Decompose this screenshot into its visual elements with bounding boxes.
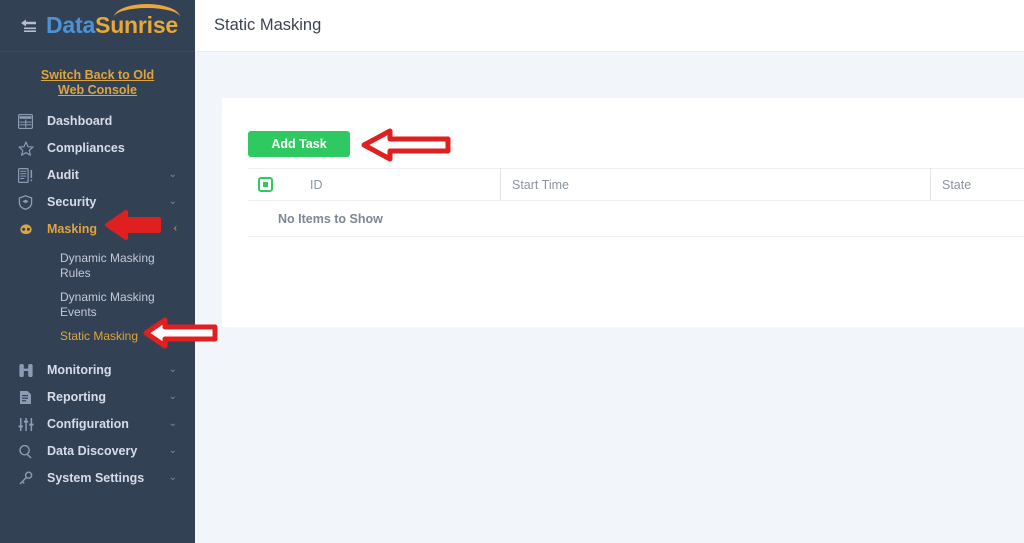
sliders-icon [18,415,40,433]
checkbox-icon[interactable] [258,177,273,192]
empty-state-row: No Items to Show [248,201,1024,237]
chevron-left-icon[interactable]: ‹ [174,224,177,234]
column-header-id[interactable]: ID [310,168,500,201]
chevron-down-icon[interactable]: ⌄ [169,392,177,402]
shield-icon [18,193,40,211]
top-bar: Static Masking [195,0,1024,52]
monitoring-icon [18,361,40,379]
sidebar-item-label: Dashboard [47,114,113,128]
content-card: Add Task ID Start Time State No Items to… [222,98,1024,327]
table-header-row: ID Start Time State [248,168,1024,201]
settings-icon [18,469,40,487]
sidebar-subitem-dynamic-masking-rules[interactable]: Dynamic Masking Rules [0,251,195,281]
chevron-down-icon[interactable]: ⌄ [169,419,177,429]
sidebar-item-label: Audit [47,168,79,182]
sidebar-subitem-dynamic-masking-events[interactable]: Dynamic Masking Events [0,290,195,320]
sidebar: DataSunrise Switch Back to Old Web Conso… [0,0,195,543]
switch-to-old-console-link[interactable]: Switch Back to Old Web Console [28,68,168,98]
logo-bar: DataSunrise [0,0,195,52]
audit-icon [18,166,40,184]
sidebar-item-label: System Settings [47,471,145,485]
search-icon [18,442,40,460]
main-area: Static Masking Add Task ID Start Time St… [195,0,1024,543]
sidebar-item-label: Data Discovery [47,444,138,458]
report-icon [18,388,40,406]
sidebar-item-label: Compliances [47,141,125,155]
grid-icon [18,112,40,130]
app-root: DataSunrise Switch Back to Old Web Conso… [0,0,1024,543]
star-icon [18,139,40,157]
add-task-button[interactable]: Add Task [248,131,350,157]
sidebar-item-security[interactable]: Security ⌄ [0,189,195,215]
sidebar-item-reporting[interactable]: Reporting ⌄ [0,384,195,410]
chevron-down-icon[interactable]: ⌄ [169,473,177,483]
tasks-table: ID Start Time State No Items to Show [248,168,1024,237]
chevron-down-icon[interactable]: ⌄ [169,170,177,180]
column-header-state[interactable]: State [930,168,1024,201]
sidebar-item-system-settings[interactable]: System Settings ⌄ [0,465,195,491]
sidebar-item-label: Masking [47,222,98,236]
select-all-cell[interactable] [248,168,310,201]
logo-text-data: Data [46,12,96,38]
sidebar-item-masking[interactable]: Masking ‹ [0,216,195,242]
sidebar-subitem-static-masking[interactable]: Static Masking [0,329,195,344]
sidebar-item-dashboard[interactable]: Dashboard [0,108,195,134]
sidebar-item-compliances[interactable]: Compliances [0,135,195,161]
collapse-arrow-icon[interactable] [18,16,38,36]
chevron-down-icon[interactable]: ⌄ [169,197,177,207]
sidebar-item-data-discovery[interactable]: Data Discovery ⌄ [0,438,195,464]
page-title: Static Masking [214,16,322,34]
sidebar-item-label: Configuration [47,417,129,431]
sidebar-item-label: Security [47,195,97,209]
logo[interactable]: DataSunrise [46,4,181,39]
sidebar-item-monitoring[interactable]: Monitoring ⌄ [0,357,195,383]
column-header-start-time[interactable]: Start Time [500,168,930,201]
logo-arc-icon [114,4,181,20]
sidebar-item-label: Monitoring [47,363,112,377]
chevron-down-icon[interactable]: ⌄ [169,365,177,375]
sidebar-item-configuration[interactable]: Configuration ⌄ [0,411,195,437]
sidebar-item-audit[interactable]: Audit ⌄ [0,162,195,188]
sidebar-item-label: Reporting [47,390,107,404]
mask-icon [18,220,40,238]
chevron-down-icon[interactable]: ⌄ [169,446,177,456]
